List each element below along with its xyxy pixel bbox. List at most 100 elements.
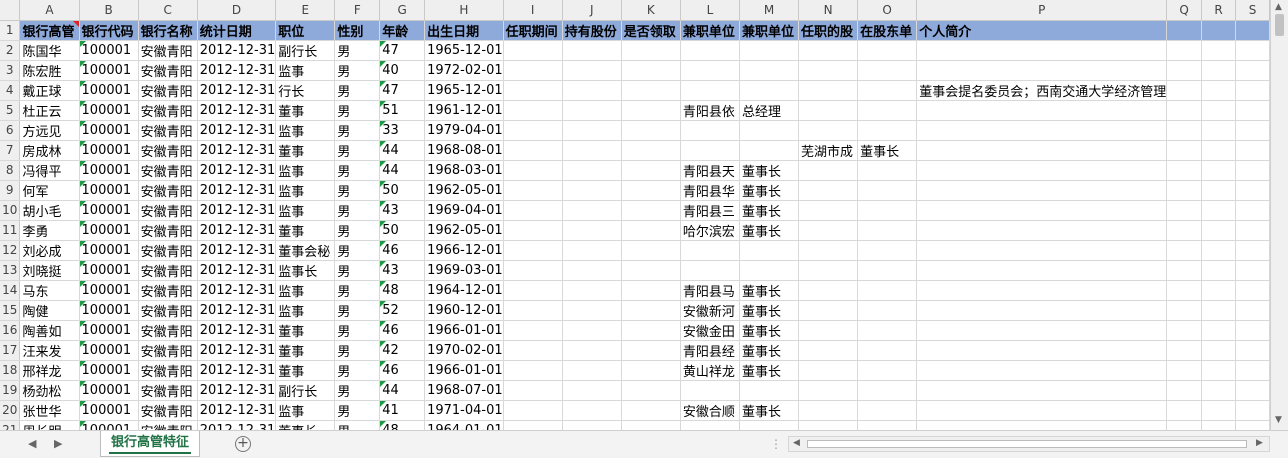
cell[interactable]: [916, 60, 1168, 81]
cell[interactable]: 100001: [79, 180, 139, 201]
cell[interactable]: [857, 280, 918, 301]
row-number[interactable]: 17: [0, 340, 21, 361]
cell[interactable]: [1201, 320, 1237, 341]
row-number[interactable]: 5: [0, 100, 21, 121]
cell[interactable]: 男: [334, 40, 381, 61]
cell[interactable]: [739, 140, 800, 161]
cell[interactable]: 100001: [79, 80, 139, 101]
cell[interactable]: 1962-05-01: [424, 220, 504, 241]
cell[interactable]: 青阳县华: [680, 180, 740, 201]
row-number[interactable]: 14: [0, 280, 21, 301]
cell[interactable]: [621, 420, 681, 430]
cell[interactable]: 男: [334, 100, 381, 121]
cell[interactable]: [857, 120, 918, 141]
cell[interactable]: 胡小毛: [19, 200, 80, 221]
cell[interactable]: [857, 400, 918, 421]
cell[interactable]: [503, 340, 563, 361]
cell[interactable]: 48: [379, 280, 426, 301]
cell[interactable]: [857, 40, 918, 61]
cell[interactable]: [1235, 120, 1270, 141]
sheet-tab-active[interactable]: 银行高管特征: [100, 431, 200, 457]
cell[interactable]: 邢祥龙: [19, 360, 80, 381]
cell[interactable]: [1166, 200, 1202, 221]
cell[interactable]: 监事: [275, 180, 336, 201]
cell[interactable]: [621, 40, 681, 61]
cell[interactable]: [621, 100, 681, 121]
cell[interactable]: [562, 120, 622, 141]
column-header-s[interactable]: S: [1235, 0, 1270, 21]
row-number[interactable]: 21: [0, 420, 21, 430]
cell[interactable]: 46: [379, 360, 426, 381]
cell[interactable]: [1201, 300, 1237, 321]
cell[interactable]: 1968-07-01: [424, 380, 504, 401]
header-cell[interactable]: 是否领取: [621, 20, 681, 41]
column-header-p[interactable]: P: [916, 0, 1168, 21]
cell[interactable]: 男: [334, 300, 381, 321]
cell[interactable]: [680, 60, 740, 81]
cell[interactable]: 安徽青阳: [138, 180, 198, 201]
header-cell[interactable]: 兼职单位: [680, 20, 740, 41]
cell[interactable]: 董事长: [739, 180, 800, 201]
cell[interactable]: 100001: [79, 140, 139, 161]
cell[interactable]: 董事: [275, 360, 336, 381]
cell[interactable]: 冯得平: [19, 160, 80, 181]
cell[interactable]: [739, 60, 800, 81]
cell[interactable]: 安徽青阳: [138, 140, 198, 161]
cell[interactable]: 安徽青阳: [138, 340, 198, 361]
cell[interactable]: [1166, 100, 1202, 121]
cell[interactable]: 监事长: [275, 260, 336, 281]
cell[interactable]: 46: [379, 320, 426, 341]
cell[interactable]: 监事: [275, 280, 336, 301]
header-cell[interactable]: 持有股份: [562, 20, 622, 41]
cell[interactable]: 青阳县依: [680, 100, 740, 121]
cell[interactable]: [1166, 300, 1202, 321]
cell[interactable]: [739, 420, 800, 430]
cell[interactable]: 安徽金田: [680, 320, 740, 341]
cell[interactable]: [562, 400, 622, 421]
scroll-up-icon[interactable]: ▲: [1275, 2, 1282, 12]
cell[interactable]: 方远见: [19, 120, 80, 141]
cell[interactable]: 2012-12-31: [197, 200, 277, 221]
cell[interactable]: 陈国华: [19, 40, 80, 61]
cell[interactable]: 1964-12-01: [424, 280, 504, 301]
cell[interactable]: 1968-03-01: [424, 160, 504, 181]
row-number[interactable]: 19: [0, 380, 21, 401]
cell[interactable]: [1201, 80, 1237, 101]
cell[interactable]: 2012-12-31: [197, 400, 277, 421]
cell[interactable]: 1966-01-01: [424, 320, 504, 341]
cell[interactable]: [1235, 160, 1270, 181]
cell[interactable]: 安徽青阳: [138, 80, 198, 101]
cell[interactable]: 1968-08-01: [424, 140, 504, 161]
cell[interactable]: [1235, 180, 1270, 201]
cell[interactable]: [1235, 300, 1270, 321]
cell[interactable]: [798, 400, 859, 421]
header-cell[interactable]: 任职的股: [798, 20, 859, 41]
cell[interactable]: [621, 380, 681, 401]
cell[interactable]: 男: [334, 140, 381, 161]
cell[interactable]: [1201, 420, 1237, 430]
cell[interactable]: [680, 420, 740, 430]
column-header-n[interactable]: N: [798, 0, 859, 21]
cell[interactable]: [562, 260, 622, 281]
cell[interactable]: [503, 120, 563, 141]
cell[interactable]: [916, 240, 1168, 261]
cell[interactable]: 男: [334, 180, 381, 201]
row-number[interactable]: 4: [0, 80, 21, 101]
cell[interactable]: [1166, 240, 1202, 261]
cell[interactable]: [562, 160, 622, 181]
cell[interactable]: 2012-12-31: [197, 320, 277, 341]
cell[interactable]: [798, 40, 859, 61]
cell[interactable]: [1235, 220, 1270, 241]
cell[interactable]: 监事: [275, 160, 336, 181]
cell[interactable]: 周长明: [19, 420, 80, 430]
cell[interactable]: 男: [334, 120, 381, 141]
cell[interactable]: [916, 340, 1168, 361]
cell[interactable]: [1235, 80, 1270, 101]
cell[interactable]: [857, 300, 918, 321]
cell[interactable]: [857, 200, 918, 221]
cell[interactable]: 副行长: [275, 40, 336, 61]
cell[interactable]: [1235, 400, 1270, 421]
cell[interactable]: [1201, 100, 1237, 121]
column-header-d[interactable]: D: [197, 0, 277, 21]
cell[interactable]: 2012-12-31: [197, 160, 277, 181]
